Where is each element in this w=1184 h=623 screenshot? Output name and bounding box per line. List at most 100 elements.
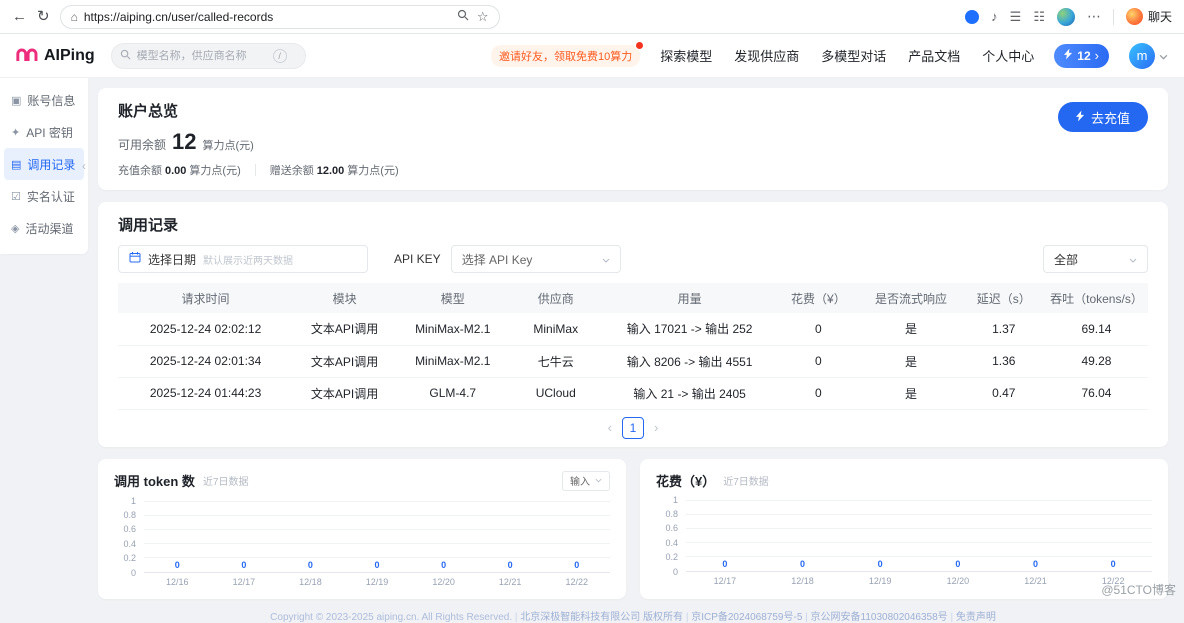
key-icon: ✦ <box>11 126 21 139</box>
model-search[interactable]: / <box>110 42 306 69</box>
table-cell: 文本API调用 <box>293 345 397 378</box>
table-cell: 2025-12-24 01:44:23 <box>118 377 294 410</box>
footer-link[interactable]: 免责声明 <box>956 612 996 623</box>
next-page-button[interactable]: › <box>654 420 658 435</box>
sidebar-collapse-button[interactable]: ‹ <box>82 159 86 173</box>
credits-button[interactable]: 12 › <box>1054 43 1109 68</box>
nav-item-explore-models[interactable]: 探索模型 <box>660 46 712 65</box>
module-filter-select[interactable]: 全部 <box>1043 245 1148 273</box>
data-point-value: 0 <box>507 559 513 570</box>
x-axis-label: 12/17 <box>713 575 737 586</box>
browser-menu-icon[interactable]: ⋯ <box>1087 8 1101 25</box>
blue-circle-extension-icon[interactable] <box>965 9 980 24</box>
main-content: 账户总览 可用余额 12 算力点(元) 充值余额 0.00 算力点(元) 赠送余额 1… <box>88 78 1184 623</box>
sidebar-item-activity-channel[interactable]: ◈ 活动渠道 <box>4 212 84 244</box>
screen: ← ↻ ⌂ https://aiping.cn/user/called-reco… <box>0 0 1184 623</box>
sidebar-item-call-records[interactable]: ▤ 调用记录 <box>4 148 84 180</box>
table-cell: 1.36 <box>962 345 1045 378</box>
grid-icon[interactable]: ☷ <box>1033 10 1045 23</box>
music-note-icon[interactable]: ♪ <box>991 10 998 23</box>
51cto-watermark: @51CTO博客 <box>1101 583 1176 597</box>
table-row[interactable]: 2025-12-24 02:02:12 文本API调用 MiniMax-M2.1 Mi… <box>118 313 1148 346</box>
data-point-column: 0 <box>919 500 997 571</box>
gridline <box>144 514 610 516</box>
nav-item-find-providers[interactable]: 发现供应商 <box>734 46 799 65</box>
app-header: AIPing / 邀请好友，领取免费10算力 探索模型 发现供应商 多模型对话 产品文… <box>0 34 1184 78</box>
data-point-column: 0 <box>997 500 1075 571</box>
nav-item-product-docs[interactable]: 产品文档 <box>908 46 960 65</box>
cost-chart-title: 花费（¥） <box>656 473 716 489</box>
footer-link[interactable]: 北京深极智能科技有限公司 版权所有 <box>520 612 683 623</box>
id-card-icon: ▣ <box>11 94 22 107</box>
table-cell: 是 <box>859 345 963 378</box>
divider <box>1112 8 1114 25</box>
chat-app-button[interactable]: 聊天 <box>1125 8 1172 25</box>
browser-profile-avatar[interactable] <box>1056 7 1075 26</box>
table-row[interactable]: 2025-12-24 02:01:34 文本API调用 MiniMax-M2.1 七牛… <box>118 345 1148 378</box>
y-axis-label: 0.4 <box>665 537 678 548</box>
table-cell: GLM-4.7 <box>396 377 510 410</box>
token-chart-title: 调用 token 数 <box>114 474 195 489</box>
page-number-button[interactable]: 1 <box>622 416 644 439</box>
y-axis-label: 0.4 <box>123 538 136 549</box>
chevron-down-icon <box>595 475 602 486</box>
reload-icon[interactable]: ↻ <box>37 9 50 24</box>
bookmark-star-icon[interactable]: ☆ <box>477 9 489 25</box>
table-cell: 是 <box>859 377 963 410</box>
nav-item-multi-model-chat[interactable]: 多模型对话 <box>821 46 886 65</box>
footer-link[interactable]: 京ICP备2024068759号-5 <box>691 612 802 623</box>
footer-separator: | <box>683 611 692 623</box>
account-overview-card: 账户总览 可用余额 12 算力点(元) 充值余额 0.00 算力点(元) 赠送余额 1… <box>98 88 1168 190</box>
data-point-column: 0 <box>1074 500 1152 571</box>
logo-text: AIPing <box>44 46 95 64</box>
table-cell: 0 <box>777 377 860 410</box>
list-icon[interactable]: ☰ <box>1010 10 1022 23</box>
main-nav: 探索模型 发现供应商 多模型对话 产品文档 个人中心 <box>660 46 1034 65</box>
recharge-button[interactable]: 去充值 <box>1057 102 1148 132</box>
data-point-column: 0 <box>686 500 764 571</box>
nav-item-user-center[interactable]: 个人中心 <box>982 46 1034 65</box>
date-picker[interactable]: 选择日期 默认展示近两天数据 <box>118 245 368 273</box>
y-axis-label: 1 <box>672 494 678 505</box>
search-input[interactable] <box>136 49 267 62</box>
gridline <box>686 527 1152 529</box>
table-row[interactable]: 2025-12-24 01:44:23 文本API调用 GLM-4.7 UCloud 输… <box>118 377 1148 410</box>
aiping-logo[interactable]: AIPing <box>16 46 95 66</box>
column-header: 模型 <box>440 291 465 306</box>
invite-promo-link[interactable]: 邀请好友，领取免费10算力 <box>490 40 645 67</box>
footer-link[interactable]: 京公网安备11030802046358号 <box>811 612 948 623</box>
x-axis-label: 12/18 <box>791 575 814 586</box>
cost-chart: 1 0.8 0.6 0.4 0.2 0 0 0 0 0 0 0 12/17 12/18 12/19 12/… <box>656 495 1152 590</box>
token-type-select[interactable]: 输入 <box>562 470 610 491</box>
y-axis-label: 1 <box>130 495 136 506</box>
copyright-text: Copyright © 2023-2025 aiping.cn. All Rig… <box>270 611 513 623</box>
table-cell: MiniMax-M2.1 <box>396 313 510 346</box>
back-icon[interactable]: ← <box>12 9 27 24</box>
chevron-down-icon <box>1129 252 1137 266</box>
zoom-icon[interactable] <box>457 8 469 26</box>
sidebar-item-identity-verify[interactable]: ☑ 实名认证 <box>4 180 84 212</box>
date-picker-hint: 默认展示近两天数据 <box>203 255 294 267</box>
gridline <box>144 500 610 502</box>
y-axis-label: 0.6 <box>123 524 136 535</box>
promo-notification-badge <box>635 40 645 50</box>
y-axis-label: 0 <box>130 567 136 578</box>
records-title: 调用记录 <box>118 217 179 234</box>
token-usage-chart: 1 0.8 0.6 0.4 0.2 0 0 0 0 0 0 0 0 12/16 12/17 12/18 12… <box>114 496 610 591</box>
sidebar-item-account-info[interactable]: ▣ 账号信息 <box>4 84 84 116</box>
charts-row: 调用 token 数 近7日数据 输入 1 0.8 0.6 0.4 0.2 0 0 0 0 0 0… <box>98 458 1168 599</box>
browser-chrome: ← ↻ ⌂ https://aiping.cn/user/called-reco… <box>0 0 1184 34</box>
url-bar[interactable]: ⌂ https://aiping.cn/user/called-records … <box>59 4 500 29</box>
lightning-icon <box>1075 110 1085 125</box>
apikey-select[interactable]: 选择 API Key <box>450 245 621 273</box>
prev-page-button[interactable]: ‹ <box>608 420 612 435</box>
data-point-column: 0 <box>477 501 544 572</box>
x-axis-label: 12/16 <box>166 576 189 587</box>
table-cell: 0 <box>777 345 860 378</box>
user-menu[interactable]: m <box>1129 42 1168 69</box>
available-balance-label: 可用余额 <box>118 138 167 152</box>
y-axis-label: 0.2 <box>665 552 678 563</box>
sidebar-item-api-keys[interactable]: ✦ API 密钥 <box>4 116 84 148</box>
page-icon: ⌂ <box>70 9 78 24</box>
logo-m-icon <box>16 46 38 66</box>
